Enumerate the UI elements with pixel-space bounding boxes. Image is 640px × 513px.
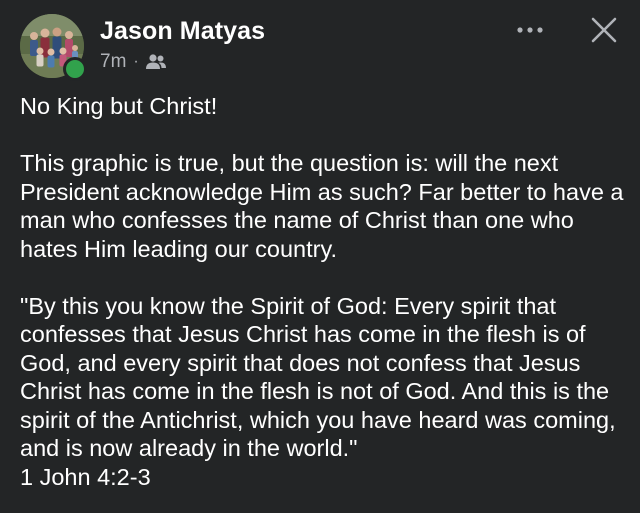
online-status-indicator <box>63 57 87 81</box>
post-body: No King but Christ! This graphic is true… <box>20 92 625 491</box>
post-paragraph: This graphic is true, but the question i… <box>20 150 624 262</box>
more-options-button[interactable] <box>512 18 548 42</box>
author-name[interactable]: Jason Matyas <box>100 15 265 47</box>
friends-icon[interactable] <box>145 53 167 71</box>
post-paragraph-quote: "By this you know the Spirit of God: Eve… <box>20 292 616 490</box>
close-button[interactable] <box>588 14 620 46</box>
meta-separator: · <box>133 53 139 70</box>
post-meta: 7m · <box>100 50 167 74</box>
close-icon <box>591 17 617 43</box>
post: Jason Matyas 7m · No King but Christ! Th… <box>0 0 640 513</box>
more-options-icon <box>517 27 543 33</box>
post-timestamp[interactable]: 7m <box>100 51 126 73</box>
post-paragraph: No King but Christ! <box>20 93 218 119</box>
